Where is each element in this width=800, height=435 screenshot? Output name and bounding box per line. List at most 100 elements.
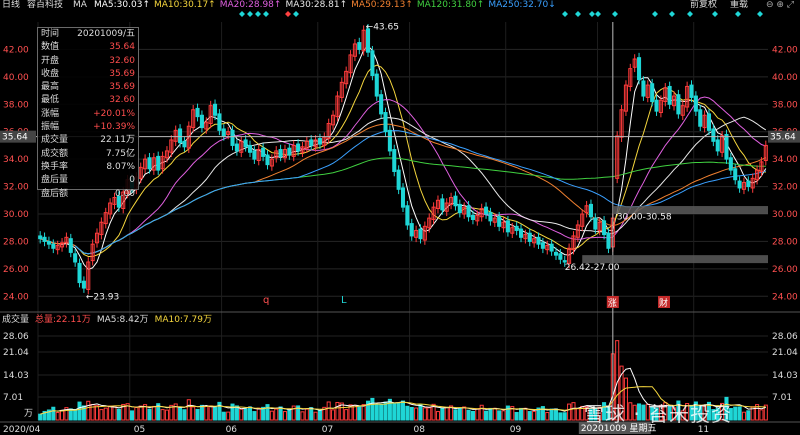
volume-axis-label: 28.06 (3, 332, 29, 342)
date-axis-label: 05 (134, 425, 145, 435)
info-key: 时间 (41, 29, 60, 39)
candle (409, 223, 414, 237)
candle (484, 206, 489, 215)
candle (418, 228, 423, 240)
signal-diamond-icon (589, 11, 595, 17)
volume-bar (129, 410, 135, 421)
period-tab[interactable]: 日线 (2, 0, 20, 11)
volume-bar (38, 413, 43, 421)
volume-bar (186, 399, 191, 421)
volume-bar (392, 403, 397, 421)
volume-bar (575, 408, 580, 421)
volume-bar (400, 400, 406, 421)
info-value: 35.69 (109, 82, 135, 93)
candle (728, 157, 733, 171)
volume-bar (497, 410, 502, 421)
signal-diamond-icon (255, 11, 261, 17)
info-row: 成交量 22.11万 (38, 134, 138, 147)
candle (518, 228, 524, 238)
volume-unit-label: 万 (24, 409, 33, 419)
volume-bar (562, 412, 567, 421)
candle (278, 149, 283, 157)
volume-bar (532, 410, 537, 421)
volume-bar (213, 406, 218, 421)
volume-bar (147, 408, 152, 421)
price-axis-label: 38.00 (772, 100, 798, 110)
volume-bar (151, 405, 156, 421)
info-value: 0 (129, 175, 135, 186)
volume-bar (60, 409, 65, 421)
candle (540, 242, 545, 249)
overlay-button[interactable]: 重载 (730, 0, 748, 11)
candle (370, 50, 375, 76)
price-axis-label: 40.00 (3, 73, 29, 83)
info-key: 最高 (41, 82, 60, 93)
volume-bar (243, 408, 248, 421)
price-axis-label: 34.00 (3, 155, 29, 165)
candle (81, 280, 86, 289)
info-row: 时间 20201009/五 (38, 28, 138, 41)
candle (715, 139, 720, 152)
candle (221, 128, 226, 137)
volume-bar (571, 402, 576, 421)
candle (252, 150, 257, 160)
ma-legend-item: MA30:28.81↑ (285, 0, 348, 10)
ma-label[interactable]: MA (73, 0, 87, 11)
adjust-button[interactable]: 前复权 (690, 0, 717, 11)
info-value: 20201009/五 (77, 29, 135, 39)
signal-diamond-icon (562, 11, 568, 17)
volume-bar (418, 404, 423, 421)
volume-bar (77, 401, 82, 421)
volume-bar (435, 411, 441, 421)
info-value: +20.01% (93, 108, 135, 119)
signal-diamond-icon (293, 11, 299, 17)
event-marker-l: L (341, 295, 347, 306)
candle (706, 113, 712, 131)
volume-bar (108, 405, 113, 421)
support-range-bar (582, 255, 768, 264)
info-value: 35.64 (109, 42, 135, 53)
volume-bar (344, 409, 349, 421)
volume-bar (396, 402, 401, 421)
chart-zoom-controls[interactable]: ⊖ ⊕ ⤢ (766, 0, 794, 11)
volume-bar (274, 408, 279, 421)
high-annotation: ←43.65 (366, 23, 399, 33)
signal-diamond-icon (239, 11, 245, 17)
candle (453, 195, 458, 207)
candle (562, 260, 567, 263)
volume-bar (239, 408, 244, 421)
volume-bar (737, 406, 742, 421)
volume-bar (514, 411, 519, 421)
price-axis-label: 34.00 (772, 155, 798, 165)
signal-diamond-icon (757, 11, 763, 17)
volume-bar (492, 407, 497, 421)
candle (296, 143, 301, 152)
ma-legend-item: MA250:32.70↓ (488, 0, 556, 10)
info-key: 盘后额 (41, 188, 69, 199)
candle (505, 220, 510, 233)
candle (488, 212, 493, 222)
volume-bar (191, 406, 196, 421)
volume-bar (409, 406, 414, 421)
info-value: 0.00 (114, 188, 135, 199)
info-row: 最低 32.60 (38, 94, 138, 107)
candle (593, 217, 598, 230)
volume-bar (204, 405, 209, 421)
volume-bar (134, 406, 139, 421)
date-axis-label: 2020/04 (3, 425, 41, 435)
info-key: 最低 (41, 95, 60, 106)
volume-bar (199, 404, 204, 421)
volume-bar (361, 404, 366, 421)
volume-bar (116, 408, 121, 421)
candle (309, 139, 314, 146)
volume-bar (208, 405, 213, 421)
volume-bar (304, 408, 309, 421)
price-axis-label: 32.00 (3, 183, 29, 193)
volume-bar (247, 406, 253, 421)
volume-bar (475, 408, 480, 421)
candle (199, 114, 204, 129)
volume-bar (195, 408, 200, 421)
stock-name: 容百科技 (27, 0, 64, 10)
price-axis-label: 24.00 (772, 292, 798, 302)
candle (182, 140, 187, 148)
